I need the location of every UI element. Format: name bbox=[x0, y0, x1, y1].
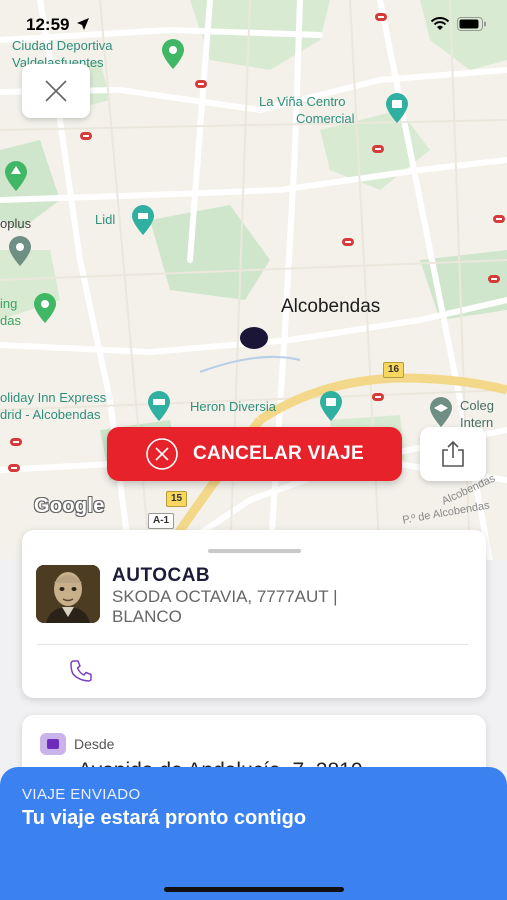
metro-icon bbox=[80, 132, 92, 140]
road-shield: A-1 bbox=[148, 513, 175, 529]
place-colegio[interactable]: Coleg Intern bbox=[460, 397, 494, 431]
wifi-icon bbox=[430, 17, 450, 30]
city-label: Alcobendas bbox=[281, 296, 381, 317]
place-la-vina[interactable]: La Viña Centro Comercial bbox=[259, 93, 355, 127]
status-indicators bbox=[430, 17, 487, 31]
place-pin-icon[interactable] bbox=[7, 235, 33, 267]
status-bar: 12:59 bbox=[0, 0, 507, 50]
place-plus[interactable]: oplus bbox=[0, 215, 31, 232]
close-button[interactable] bbox=[22, 64, 90, 118]
driver-card: AUTOCAB SKODA OCTAVIA, 7777AUT | BLANCO bbox=[22, 530, 486, 698]
driver-name: AUTOCAB bbox=[112, 565, 211, 586]
metro-icon bbox=[195, 80, 207, 88]
share-icon bbox=[442, 440, 464, 467]
shopping-pin-icon[interactable] bbox=[318, 390, 344, 422]
park-pin-icon[interactable] bbox=[3, 160, 29, 192]
school-pin-icon[interactable] bbox=[428, 396, 454, 428]
metro-icon bbox=[488, 275, 500, 283]
place-label-line: La Viña Centro bbox=[259, 94, 346, 109]
banner-title: Tu viaje estará pronto contigo bbox=[22, 807, 307, 829]
place-label-line: drid - Alcobendas bbox=[0, 407, 101, 422]
banner-eyebrow: VIAJE ENVIADO bbox=[22, 786, 141, 803]
origin-label: Desde bbox=[74, 736, 115, 752]
place-holiday-inn[interactable]: oliday Inn Express drid - Alcobendas bbox=[0, 389, 106, 423]
place-label-line: das bbox=[0, 313, 21, 328]
status-time: 12:59 bbox=[26, 15, 90, 35]
cancel-circle-icon bbox=[146, 438, 178, 470]
vehicle-location-marker bbox=[240, 327, 268, 349]
close-icon bbox=[45, 80, 67, 102]
road-shield: 15 bbox=[166, 491, 188, 507]
call-driver-button[interactable] bbox=[66, 656, 96, 686]
cart-pin-icon[interactable] bbox=[130, 204, 156, 236]
cancel-trip-label: CANCELAR VIAJE bbox=[193, 443, 364, 464]
drag-handle[interactable] bbox=[208, 549, 301, 553]
driver-avatar bbox=[36, 565, 100, 623]
google-logo: Google bbox=[34, 495, 105, 517]
metro-icon bbox=[372, 145, 384, 153]
share-button[interactable] bbox=[420, 427, 486, 481]
battery-icon bbox=[457, 17, 486, 31]
hotel-pin-icon[interactable] bbox=[146, 390, 172, 422]
place-label-line: ing bbox=[0, 296, 18, 311]
metro-icon bbox=[8, 464, 20, 472]
place-lidl[interactable]: Lidl bbox=[95, 211, 115, 228]
status-time-value: 12:59 bbox=[26, 15, 70, 34]
home-indicator[interactable] bbox=[164, 887, 344, 892]
shopping-pin-icon[interactable] bbox=[384, 92, 410, 124]
vehicle-info: SKODA OCTAVIA, 7777AUT | BLANCO bbox=[112, 587, 338, 626]
cancel-trip-button[interactable]: CANCELAR VIAJE bbox=[107, 427, 402, 481]
road-shield: 16 bbox=[383, 362, 405, 378]
metro-icon bbox=[342, 238, 354, 246]
park-pin-icon[interactable] bbox=[32, 292, 58, 324]
place-label-line: Comercial bbox=[296, 111, 355, 126]
place-label-line: Coleg bbox=[460, 398, 494, 413]
card-divider bbox=[37, 644, 468, 645]
location-arrow-icon bbox=[77, 18, 90, 30]
place-label-line: oliday Inn Express bbox=[0, 390, 107, 405]
trip-status-banner[interactable]: VIAJE ENVIADO Tu viaje estará pronto con… bbox=[0, 767, 507, 900]
place-heron[interactable]: Heron Diversia bbox=[190, 398, 276, 415]
origin-icon bbox=[40, 733, 66, 755]
metro-icon bbox=[372, 393, 384, 401]
phone-icon bbox=[70, 660, 92, 682]
metro-icon bbox=[493, 215, 505, 223]
place-king[interactable]: ing das bbox=[0, 295, 21, 329]
driver-portrait-image bbox=[36, 565, 100, 623]
metro-icon bbox=[10, 438, 22, 446]
